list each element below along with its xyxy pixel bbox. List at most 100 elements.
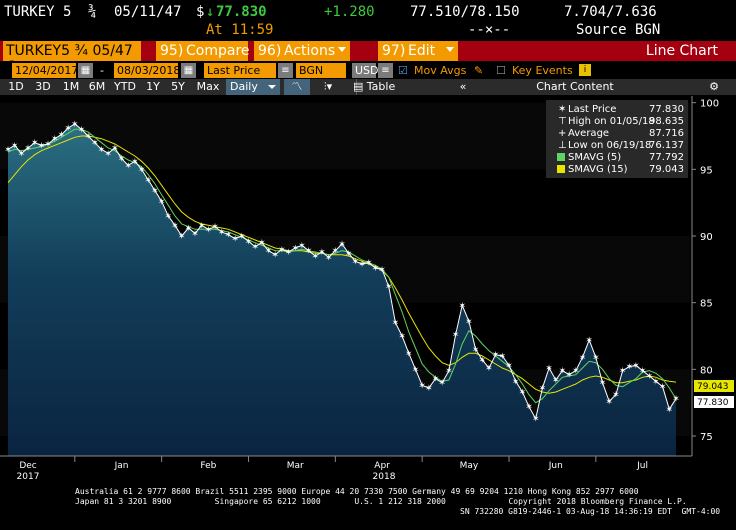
pricing-source-field[interactable]: BGN <box>296 63 346 78</box>
legend-sma15-value: 79.043 <box>649 164 684 175</box>
end-date-field[interactable]: 08/03/2018 <box>114 63 180 78</box>
price-point: ✶ <box>666 405 674 415</box>
legend-sma15-label: SMAVG (15) <box>568 164 628 175</box>
quote-time: At 11:59 <box>206 22 274 38</box>
chart-content-button[interactable]: Chart Content <box>500 79 650 95</box>
gear-icon[interactable]: ⚙ <box>704 79 724 95</box>
input-bar: 12/04/2017 ▦ - 08/03/2018 ▦ Last Price ≡… <box>0 62 736 80</box>
line-chart-icon[interactable]: 〽 <box>284 79 310 95</box>
price-point: ✶ <box>659 383 667 393</box>
price-point: ✶ <box>579 353 587 363</box>
key-events-label: Key Events <box>512 64 573 77</box>
legend-sma5-swatch <box>557 153 565 161</box>
field-selector[interactable]: Last Price <box>204 63 276 78</box>
price-point: ✶ <box>539 384 547 394</box>
y-tick-label: 75 <box>700 432 713 443</box>
price-point: ✶ <box>525 403 533 413</box>
price-point: ✶ <box>585 336 593 346</box>
price-point: ✶ <box>458 301 466 311</box>
x-tick-label: Jan <box>114 461 129 471</box>
table-button[interactable]: ▤ Table <box>353 79 405 95</box>
period-3d[interactable]: 3D <box>32 79 54 95</box>
pricing-source: Source BGN <box>576 22 661 38</box>
list-icon[interactable]: ≡ <box>378 63 393 78</box>
maturity: 05/11/47 <box>114 4 182 20</box>
legend-average-value: 87.716 <box>649 128 684 139</box>
chart-type-title: Line Chart <box>645 43 718 59</box>
x-tick-label: Apr <box>374 461 390 471</box>
price-point: ✶ <box>599 379 607 389</box>
y-tick-label: 90 <box>700 232 713 243</box>
actions-button[interactable]: 96) Actions <box>254 41 350 61</box>
chart-legend: ✶ Last Price 77.830 ⊤ High on 01/05/18 9… <box>546 100 688 178</box>
price-point: ✶ <box>378 265 386 275</box>
pencil-icon[interactable]: ✎ <box>474 64 483 77</box>
security-field[interactable]: TURKEY5 ¾ 05/47 C <box>3 41 141 75</box>
price-point: ✶ <box>425 384 433 394</box>
price-point: ✶ <box>445 367 453 377</box>
legend-average-label: Average <box>568 128 609 139</box>
price-point: ✶ <box>158 197 166 207</box>
legend-last-price-icon: ✶ <box>558 104 566 115</box>
footer-contacts-1: Australia 61 2 9777 8600 Brazil 5511 239… <box>75 487 639 496</box>
period-1d[interactable]: 1D <box>6 79 26 95</box>
price-point: ✶ <box>592 353 600 363</box>
date-separator: - <box>100 64 104 77</box>
last-price-flag: 77.830 <box>697 398 729 408</box>
period-toolbar: 1D 3D 1M 6M YTD 1Y 5Y Max Daily 〽 ⫶▾ ▤ T… <box>0 79 736 95</box>
price-point: ✶ <box>485 364 493 374</box>
checkbox-unchecked-icon[interactable]: ☐ <box>496 64 506 77</box>
price-point: ✶ <box>392 319 400 329</box>
x-year-label: 2018 <box>373 472 396 480</box>
size-spread: --×-- <box>468 22 511 38</box>
period-6m[interactable]: 6M <box>86 79 108 95</box>
compare-button[interactable]: 95) Compare <box>156 41 250 61</box>
list-icon[interactable]: ≡ <box>278 63 293 78</box>
price-point: ✶ <box>452 331 460 341</box>
price-point: ✶ <box>552 376 560 386</box>
legend-low-icon: ⊥ <box>558 140 567 151</box>
price-point: ✶ <box>398 332 406 342</box>
y-tick-label: 80 <box>700 365 713 376</box>
coupon: ¾ <box>88 4 97 20</box>
last-price: 77.830 <box>216 4 267 20</box>
period-1y[interactable]: 1Y <box>143 79 163 95</box>
price-point: ✶ <box>405 349 413 359</box>
price-point: ✶ <box>545 364 553 374</box>
legend-high-label: High on 01/05/18 <box>568 116 655 127</box>
quote-subheader: At 11:59 --×-- Source BGN <box>0 22 736 40</box>
price-point: ✶ <box>138 165 146 175</box>
edit-button[interactable]: 97) Edit <box>378 41 458 61</box>
period-1m[interactable]: 1M <box>60 79 82 95</box>
price-point: ✶ <box>111 144 119 154</box>
frequency-dropdown[interactable]: Daily <box>226 79 280 95</box>
legend-high-icon: ⊤ <box>558 116 567 127</box>
price-point: ✶ <box>385 283 393 293</box>
price-point: ✶ <box>505 361 513 371</box>
down-arrow-icon: ↓ <box>206 4 215 20</box>
collapse-panel-icon[interactable]: « <box>448 79 478 95</box>
price-point: ✶ <box>572 367 580 377</box>
chart-style-icon[interactable]: ⫶▾ <box>314 79 342 95</box>
info-icon[interactable]: i <box>579 64 591 76</box>
start-date-field[interactable]: 12/04/2017 <box>12 63 78 78</box>
checkbox-checked-icon[interactable]: ☑ <box>398 64 408 77</box>
legend-low-label: Low on 06/19/18 <box>568 140 651 151</box>
price-point: ✶ <box>519 388 527 398</box>
function-bar: TURKEY5 ¾ 05/47 C 95) Compare 96) Action… <box>0 41 736 75</box>
chevron-down-icon <box>268 85 276 89</box>
period-5y[interactable]: 5Y <box>168 79 188 95</box>
legend-sma5-label: SMAVG (5) <box>568 152 621 163</box>
calendar-icon[interactable]: ▦ <box>78 63 93 78</box>
period-max[interactable]: Max <box>194 79 222 95</box>
bid-ask: 77.510/78.150 <box>410 4 520 20</box>
y-tick-label: 95 <box>700 165 713 176</box>
legend-average-icon: + <box>558 128 566 139</box>
price-chart[interactable]: ✶ ✶✶✶✶ ✶ ✶✶ ✶✶ ✶✶✶✶✶ ✶✶✶✶ ✶✶✶✶✶✶✶✶✶✶✶ ✶ ✶✶ ✶ ✶ ✶✶✶ ✶✶… <box>0 96 736 480</box>
price-point: ✶ <box>512 377 520 387</box>
calendar-icon[interactable]: ▦ <box>181 63 196 78</box>
currency-field[interactable]: USD <box>352 63 379 78</box>
mov-avgs-label: Mov Avgs <box>414 64 467 77</box>
period-ytd[interactable]: YTD <box>112 79 138 95</box>
x-year-label: 2017 <box>17 472 40 480</box>
